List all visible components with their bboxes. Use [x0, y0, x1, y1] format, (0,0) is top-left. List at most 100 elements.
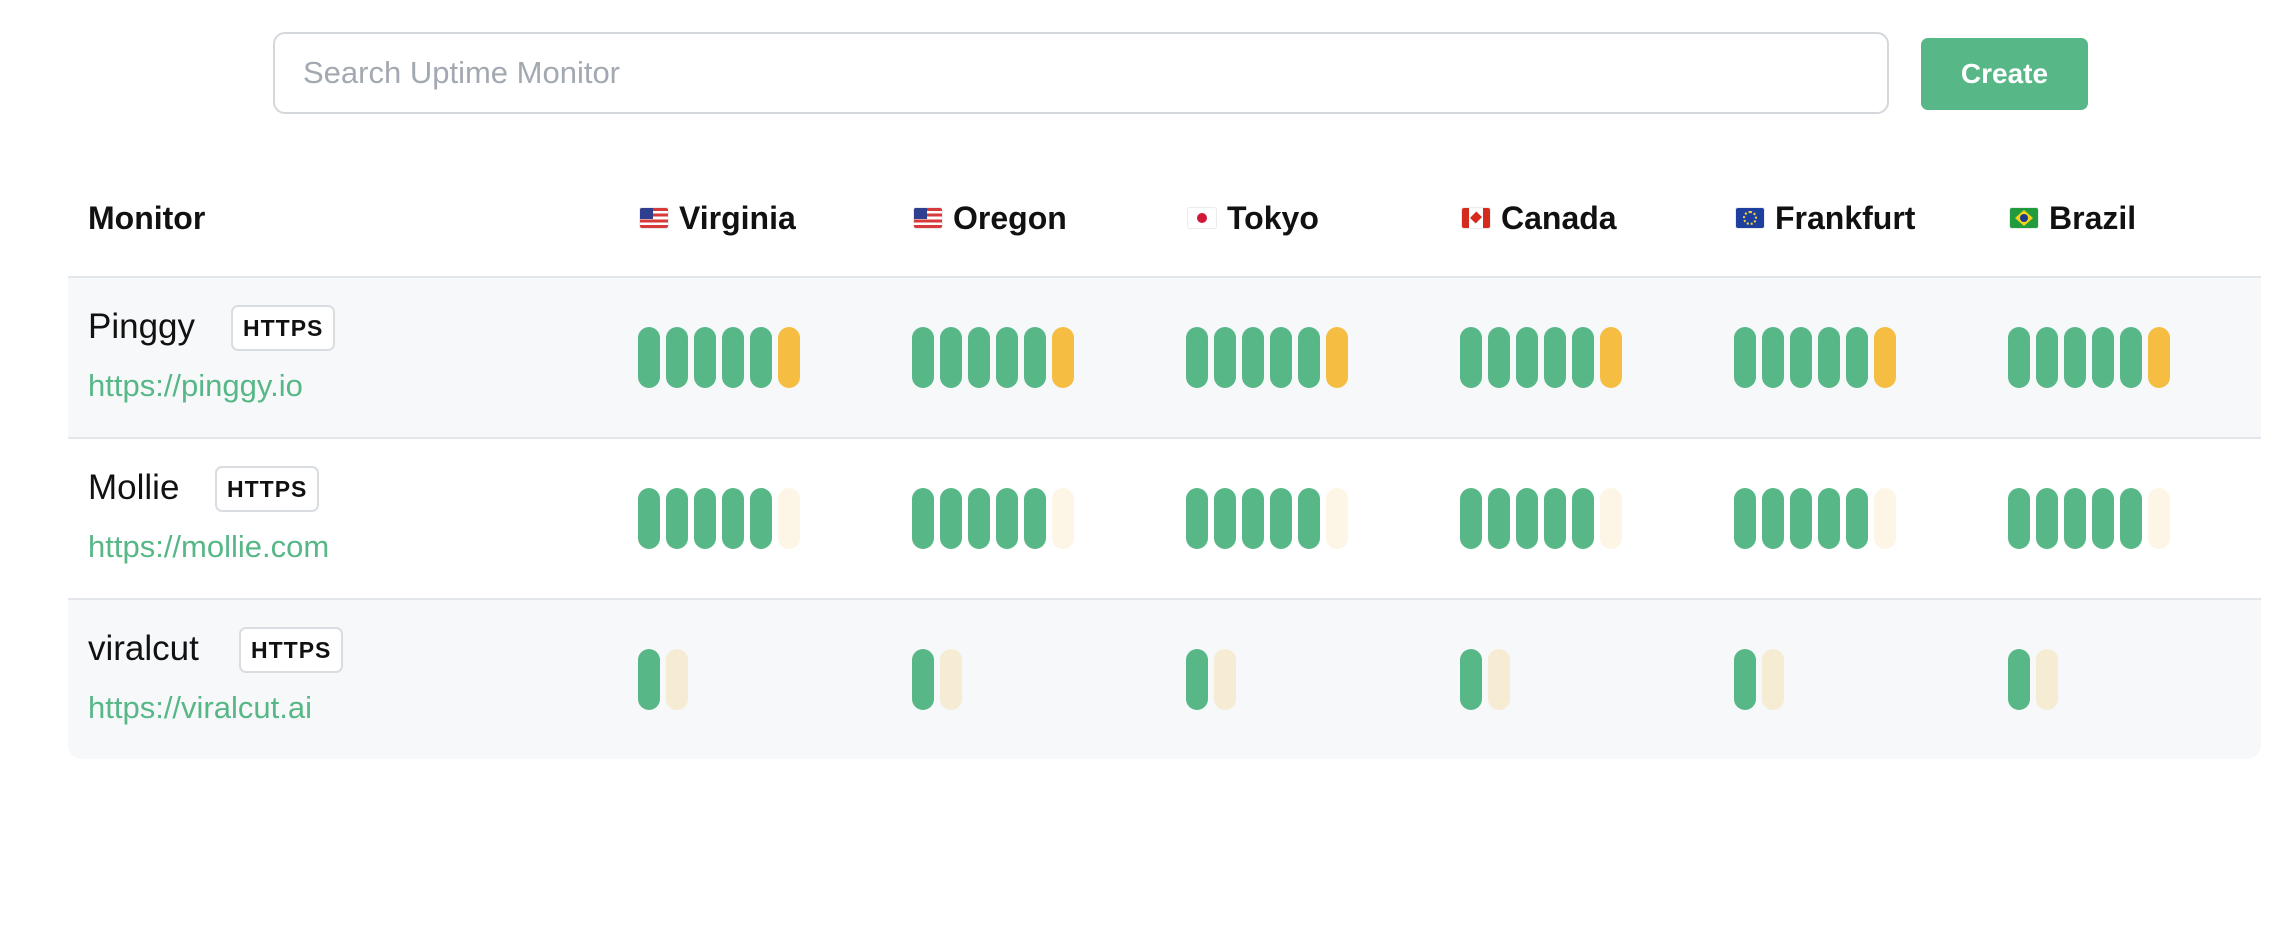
status-bar-up[interactable]: [1734, 649, 1756, 710]
status-bar-up[interactable]: [1242, 327, 1264, 388]
status-bar-up[interactable]: [1734, 488, 1756, 549]
status-bar-up[interactable]: [968, 327, 990, 388]
status-bar-up[interactable]: [1298, 488, 1320, 549]
status-bar-pending[interactable]: [940, 649, 962, 710]
status-bar-up[interactable]: [1516, 327, 1538, 388]
us-flag-icon: [914, 208, 942, 228]
monitor-url-link[interactable]: https://viralcut.ai: [88, 690, 312, 726]
status-bar-up[interactable]: [1846, 488, 1868, 549]
table-row[interactable]: Mollie HTTPS https://mollie.com: [68, 439, 2261, 600]
status-bar-up[interactable]: [1790, 327, 1812, 388]
status-bar-up[interactable]: [1186, 327, 1208, 388]
status-bar-up[interactable]: [1818, 488, 1840, 549]
status-bar-up[interactable]: [1544, 327, 1566, 388]
status-bar-degraded[interactable]: [778, 327, 800, 388]
status-bar-up[interactable]: [638, 327, 660, 388]
status-bar-up[interactable]: [1270, 327, 1292, 388]
status-bar-up[interactable]: [666, 327, 688, 388]
status-bar-up[interactable]: [1242, 488, 1264, 549]
status-bar-up[interactable]: [2064, 327, 2086, 388]
table-row[interactable]: Pinggy HTTPS https://pinggy.io: [68, 278, 2261, 439]
status-bar-up[interactable]: [1214, 327, 1236, 388]
status-bar-up[interactable]: [1214, 488, 1236, 549]
status-bar-up[interactable]: [1790, 488, 1812, 549]
status-bar-up[interactable]: [750, 488, 772, 549]
status-bar-unknown[interactable]: [1326, 488, 1348, 549]
status-bar-up[interactable]: [722, 488, 744, 549]
status-bar-up[interactable]: [1762, 327, 1784, 388]
status-bar-up[interactable]: [1572, 327, 1594, 388]
status-bar-up[interactable]: [1460, 649, 1482, 710]
status-bar-up[interactable]: [940, 488, 962, 549]
status-bar-up[interactable]: [1734, 327, 1756, 388]
status-bar-up[interactable]: [996, 488, 1018, 549]
status-bar-up[interactable]: [1762, 488, 1784, 549]
status-bar-up[interactable]: [996, 327, 1018, 388]
status-bar-up[interactable]: [1460, 327, 1482, 388]
monitor-name[interactable]: Mollie: [88, 468, 179, 508]
status-bar-unknown[interactable]: [778, 488, 800, 549]
status-bar-up[interactable]: [1024, 488, 1046, 549]
column-header-region: Brazil: [2010, 196, 2136, 240]
status-bar-up[interactable]: [2092, 488, 2114, 549]
status-bar-pending[interactable]: [1762, 649, 1784, 710]
status-bar-up[interactable]: [2092, 327, 2114, 388]
status-bar-up[interactable]: [694, 488, 716, 549]
status-bar-pending[interactable]: [1214, 649, 1236, 710]
status-bar-up[interactable]: [940, 327, 962, 388]
status-bar-degraded[interactable]: [2148, 327, 2170, 388]
status-bar-up[interactable]: [912, 327, 934, 388]
status-bar-degraded[interactable]: [1326, 327, 1348, 388]
status-bar-up[interactable]: [694, 327, 716, 388]
monitor-name[interactable]: Pinggy: [88, 307, 195, 347]
status-bar-up[interactable]: [1186, 649, 1208, 710]
status-bar-unknown[interactable]: [1052, 488, 1074, 549]
status-bar-up[interactable]: [2008, 488, 2030, 549]
status-bar-up[interactable]: [1516, 488, 1538, 549]
search-input[interactable]: [273, 32, 1889, 114]
status-bar-up[interactable]: [2120, 488, 2142, 549]
status-bar-up[interactable]: [912, 649, 934, 710]
status-bar-unknown[interactable]: [1600, 488, 1622, 549]
status-bar-up[interactable]: [2008, 649, 2030, 710]
status-bar-up[interactable]: [750, 327, 772, 388]
status-bar-up[interactable]: [968, 488, 990, 549]
status-bar-unknown[interactable]: [1874, 488, 1896, 549]
status-bar-up[interactable]: [1544, 488, 1566, 549]
status-bar-up[interactable]: [1186, 488, 1208, 549]
status-bar-up[interactable]: [1460, 488, 1482, 549]
status-bar-pending[interactable]: [666, 649, 688, 710]
status-bar-degraded[interactable]: [1600, 327, 1622, 388]
status-bar-up[interactable]: [638, 488, 660, 549]
status-bar-up[interactable]: [1846, 327, 1868, 388]
status-bar-up[interactable]: [1270, 488, 1292, 549]
status-bar-up[interactable]: [2036, 327, 2058, 388]
status-bar-up[interactable]: [912, 488, 934, 549]
status-bar-unknown[interactable]: [2148, 488, 2170, 549]
status-bar-degraded[interactable]: [1052, 327, 1074, 388]
status-bar-up[interactable]: [1488, 327, 1510, 388]
create-button[interactable]: Create: [1921, 38, 2088, 110]
monitor-url-link[interactable]: https://mollie.com: [88, 529, 329, 565]
status-bar-up[interactable]: [1818, 327, 1840, 388]
status-bar-up[interactable]: [666, 488, 688, 549]
status-bar-up[interactable]: [722, 327, 744, 388]
status-bar-degraded[interactable]: [1874, 327, 1896, 388]
status-bar-up[interactable]: [1298, 327, 1320, 388]
status-bar-up[interactable]: [638, 649, 660, 710]
monitor-table: Monitor Virginia Oregon Tokyo Canada Fra…: [68, 160, 2261, 759]
status-bar-up[interactable]: [2064, 488, 2086, 549]
status-bar-pending[interactable]: [1488, 649, 1510, 710]
status-bar-pending[interactable]: [2036, 649, 2058, 710]
table-row[interactable]: viralcut HTTPS https://viralcut.ai: [68, 600, 2261, 759]
region-label: Virginia: [679, 199, 796, 236]
monitor-url-link[interactable]: https://pinggy.io: [88, 368, 303, 404]
us-flag-icon: [640, 208, 668, 228]
status-bar-up[interactable]: [1488, 488, 1510, 549]
status-bar-up[interactable]: [2120, 327, 2142, 388]
status-bar-up[interactable]: [2008, 327, 2030, 388]
monitor-name[interactable]: viralcut: [88, 629, 199, 669]
status-bar-up[interactable]: [1572, 488, 1594, 549]
status-bar-up[interactable]: [1024, 327, 1046, 388]
status-bar-up[interactable]: [2036, 488, 2058, 549]
